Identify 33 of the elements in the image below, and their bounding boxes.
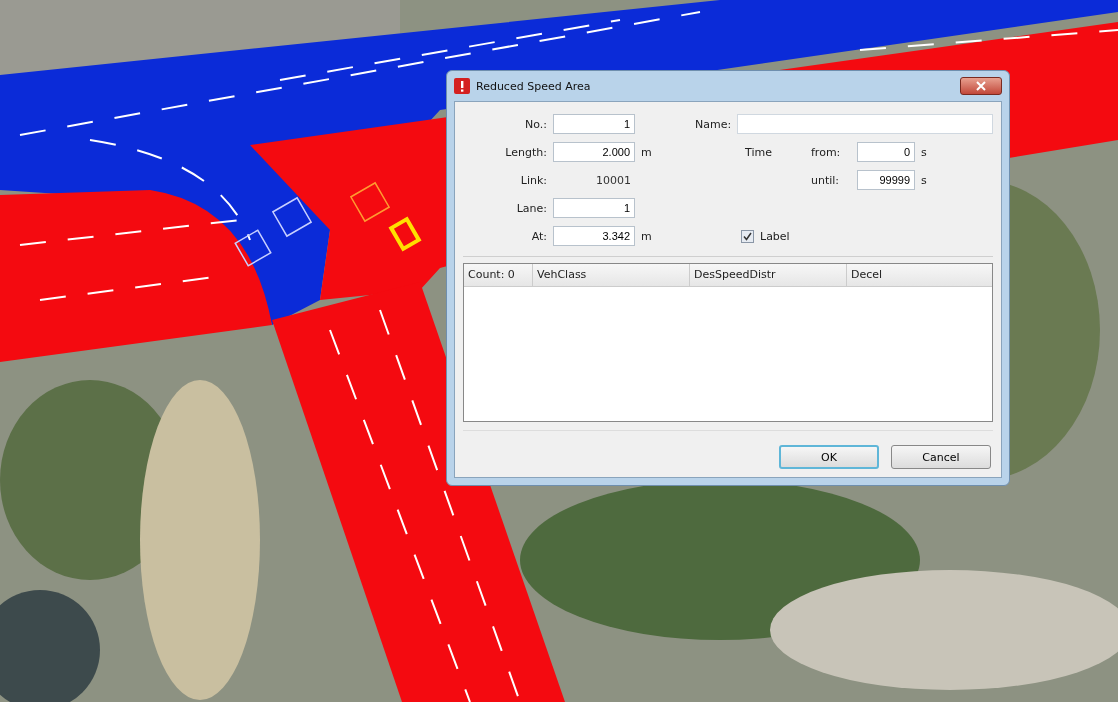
column-header[interactable]: VehClass <box>533 264 690 286</box>
close-icon <box>976 81 986 91</box>
name-input[interactable] <box>737 114 993 134</box>
time-label: Time <box>745 145 773 159</box>
field-input[interactable]: 2.000 <box>553 142 635 162</box>
close-button[interactable] <box>960 77 1002 95</box>
field-input[interactable]: 1 <box>553 198 635 218</box>
field-label: No.: <box>524 117 547 131</box>
unit-label: s <box>921 145 928 159</box>
from-label: from: <box>811 145 842 159</box>
ok-button[interactable]: OK <box>779 445 879 469</box>
field-input[interactable]: 3.342 <box>553 226 635 246</box>
window-title: Reduced Speed Area <box>476 79 592 93</box>
checkbox-label: Label <box>760 229 790 243</box>
field-label: Lane: <box>515 201 547 215</box>
column-header[interactable]: DesSpeedDistr <box>690 264 847 286</box>
field-label: At: <box>530 229 547 243</box>
name-label: Name: <box>694 117 732 131</box>
count-header: Count: 0 <box>464 264 533 286</box>
time-until-input[interactable]: 99999 <box>857 170 915 190</box>
unit-label: s <box>921 173 928 187</box>
field-label: Length: <box>504 145 547 159</box>
time-from-input[interactable]: 0 <box>857 142 915 162</box>
unit-label: m <box>641 145 653 159</box>
unit-label: m <box>641 229 653 243</box>
column-header[interactable]: Decel <box>847 264 992 286</box>
cancel-button[interactable]: Cancel <box>891 445 991 469</box>
field-label: Link: <box>519 173 547 187</box>
warning-icon <box>454 78 470 94</box>
field-value: 10001 <box>595 173 632 187</box>
label-checkbox[interactable] <box>741 229 754 243</box>
field-input[interactable]: 1 <box>553 114 635 134</box>
until-label: until: <box>811 173 841 187</box>
